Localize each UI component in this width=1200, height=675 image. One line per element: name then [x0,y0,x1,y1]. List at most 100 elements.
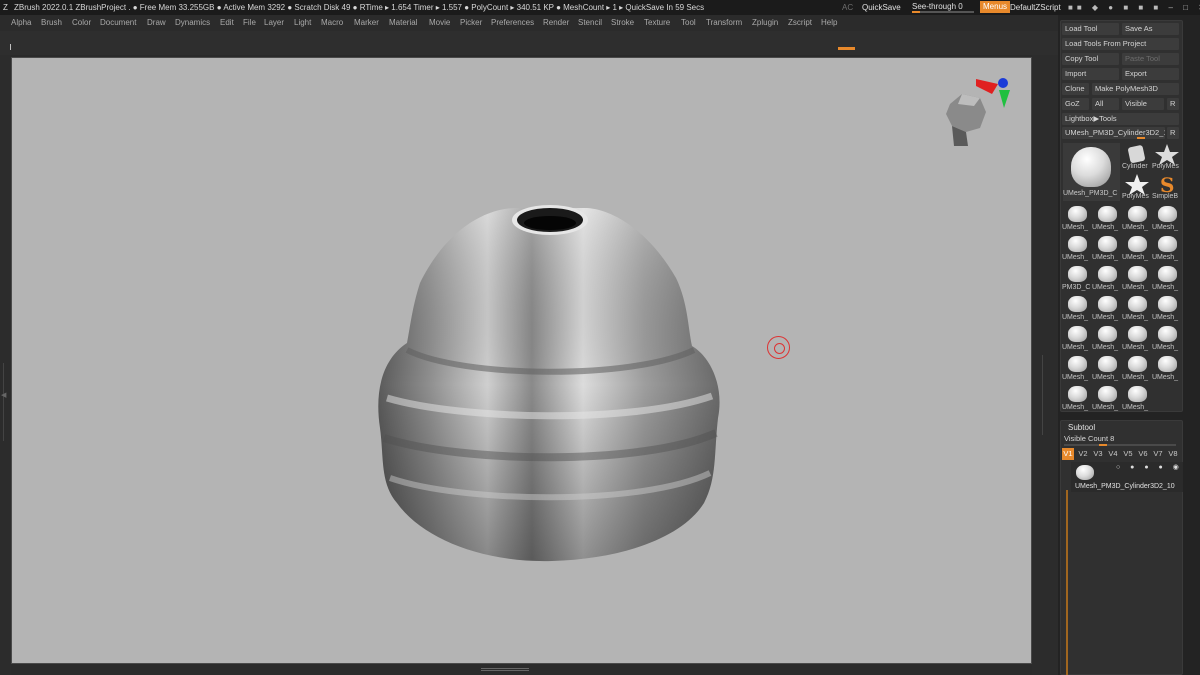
right-tray-grip[interactable] [1042,355,1046,435]
menus-toggle-button[interactable]: Menus [980,1,1011,13]
menu-transform[interactable]: Transform [706,15,742,31]
tool-thumb-umesh[interactable]: UMesh_ [1092,203,1122,233]
bottom-tray-grip[interactable] [481,668,529,671]
visibility-tab-v4[interactable]: V4 [1107,448,1119,460]
quicksave-button[interactable]: QuickSave [862,0,901,15]
tool-thumb-umesh[interactable]: UMesh_ [1062,293,1092,323]
tool-thumb-umesh[interactable]: UMesh_ [1062,323,1092,353]
menu-edit[interactable]: Edit [220,15,234,31]
tool-thumb-umesh[interactable]: UMesh_ [1062,383,1092,413]
menu-file[interactable]: File [243,15,256,31]
tool-thumb-umesh[interactable]: UMesh_ [1122,293,1152,323]
visible-count-slider[interactable]: Visible Count 8 [1064,434,1114,443]
clone-button[interactable]: Clone [1062,83,1089,95]
export-button[interactable]: Export [1122,68,1179,80]
tool-thumb-umesh[interactable]: UMesh_ [1152,233,1182,263]
tool-thumb-polymesh-star[interactable]: PolyMes [1152,143,1182,173]
navigation-gizmo-icon[interactable] [940,76,1020,151]
tool-thumb-simplebrush[interactable]: S SimpleB [1152,173,1182,203]
goz-all-button[interactable]: All [1092,98,1119,110]
tool-thumb-umesh[interactable]: UMesh_ [1062,203,1092,233]
tool-thumb-umesh[interactable]: PM3D_C [1062,263,1092,293]
goz-button[interactable]: GoZ [1062,98,1089,110]
subtool-scroll-indicator[interactable] [1066,490,1068,675]
make-polymesh3d-button[interactable]: Make PolyMesh3D [1092,83,1179,95]
left-tray-arrow-icon[interactable]: ◀ [1,391,6,399]
tool-thumb-umesh[interactable]: UMesh_ [1152,293,1182,323]
menu-stroke[interactable]: Stroke [611,15,634,31]
load-tools-from-project-button[interactable]: Load Tools From Project [1062,38,1179,50]
goz-r-button[interactable]: R [1167,98,1179,110]
menu-tool[interactable]: Tool [681,15,696,31]
left-tray-grip[interactable] [3,363,7,441]
copy-tool-button[interactable]: Copy Tool [1062,53,1119,65]
tool-thumb-umesh[interactable]: UMesh_ [1062,353,1092,383]
menu-dynamics[interactable]: Dynamics [175,15,210,31]
visibility-tab-v2[interactable]: V2 [1077,448,1089,460]
menu-stencil[interactable]: Stencil [578,15,602,31]
tool-thumb-umesh[interactable]: UMesh_ [1152,353,1182,383]
seethrough-slider[interactable]: See-through 0 [912,1,974,13]
right-tray[interactable] [1032,55,1058,675]
subtool-item-icons[interactable]: ○ ● ● ● ◉ [1116,463,1183,471]
vase-model[interactable] [12,58,1032,664]
window-controls-icons[interactable]: ■■ ◆ ● ■ ■ ■ – □ ✕ [1068,0,1200,15]
menu-material[interactable]: Material [389,15,417,31]
subtool-item[interactable]: ○ ● ● ● ◉ UMesh_PM3D_Cylinder3D2_10 [1071,462,1183,492]
seethrough-handle[interactable] [912,11,920,13]
visible-count-handle[interactable] [1099,444,1107,446]
menu-movie[interactable]: Movie [429,15,450,31]
menu-alpha[interactable]: Alpha [11,15,31,31]
load-tool-button[interactable]: Load Tool [1062,23,1119,35]
tool-thumb-umesh[interactable]: UMesh_ [1122,233,1152,263]
lightbox-tools-button[interactable]: Lightbox▶Tools [1062,113,1179,125]
visibility-tab-v1[interactable]: V1 [1062,448,1074,460]
menu-brush[interactable]: Brush [41,15,62,31]
visibility-tab-v5[interactable]: V5 [1122,448,1134,460]
import-button[interactable]: Import [1062,68,1119,80]
left-tray[interactable]: ◀ [0,55,11,675]
current-tool-r-button[interactable]: R [1167,127,1179,139]
tool-thumb-umesh[interactable]: UMesh_ [1092,323,1122,353]
menu-render[interactable]: Render [543,15,569,31]
current-tool-slider[interactable]: UMesh_PM3D_Cylinder3D2_1 [1062,127,1165,139]
menu-zscript[interactable]: Zscript [788,15,812,31]
bottom-tray[interactable] [11,664,1058,675]
menu-texture[interactable]: Texture [644,15,670,31]
tool-thumb-umesh[interactable]: UMesh_ [1152,323,1182,353]
menu-color[interactable]: Color [72,15,91,31]
tool-thumb-umesh[interactable]: UMesh_ [1122,323,1152,353]
tool-thumb-umesh[interactable]: UMesh_ [1122,203,1152,233]
tool-thumb-umesh[interactable]: UMesh_ [1092,263,1122,293]
menu-document[interactable]: Document [100,15,136,31]
tool-thumb-polymesh-star-2[interactable]: PolyMes [1122,173,1152,203]
tool-thumb-umesh[interactable]: UMesh_ [1122,263,1152,293]
tool-thumb-umesh[interactable]: UMesh_ [1062,233,1092,263]
save-as-button[interactable]: Save As [1122,23,1179,35]
default-zscript-button[interactable]: DefaultZScript [1010,0,1061,15]
goz-visible-button[interactable]: Visible [1122,98,1164,110]
current-tool-slider-handle[interactable] [1137,137,1145,139]
menu-picker[interactable]: Picker [460,15,482,31]
visibility-tab-v8[interactable]: V8 [1167,448,1179,460]
visibility-tab-v3[interactable]: V3 [1092,448,1104,460]
tool-thumb-umesh[interactable]: UMesh_ [1092,353,1122,383]
tool-thumb-umesh[interactable]: UMesh_ [1152,203,1182,233]
current-tool-thumbnail[interactable]: UMesh_PM3D_C [1063,143,1120,201]
ac-button[interactable]: AC [842,0,853,15]
canvas-viewport[interactable] [11,57,1032,664]
tool-thumb-umesh[interactable]: UMesh_ [1122,353,1152,383]
subtool-title[interactable]: Subtool [1068,423,1095,432]
tool-thumb-umesh[interactable]: UMesh_ [1092,383,1122,413]
menu-macro[interactable]: Macro [321,15,343,31]
menu-layer[interactable]: Layer [264,15,284,31]
tool-thumb-umesh[interactable]: UMesh_ [1152,263,1182,293]
menu-preferences[interactable]: Preferences [491,15,534,31]
tool-thumb-umesh[interactable]: UMesh_ [1092,293,1122,323]
paste-tool-button[interactable]: Paste Tool [1122,53,1179,65]
tool-thumb-umesh[interactable]: UMesh_ [1092,233,1122,263]
menu-zplugin[interactable]: Zplugin [752,15,778,31]
menu-marker[interactable]: Marker [354,15,379,31]
visibility-tab-v7[interactable]: V7 [1152,448,1164,460]
menu-help[interactable]: Help [821,15,837,31]
